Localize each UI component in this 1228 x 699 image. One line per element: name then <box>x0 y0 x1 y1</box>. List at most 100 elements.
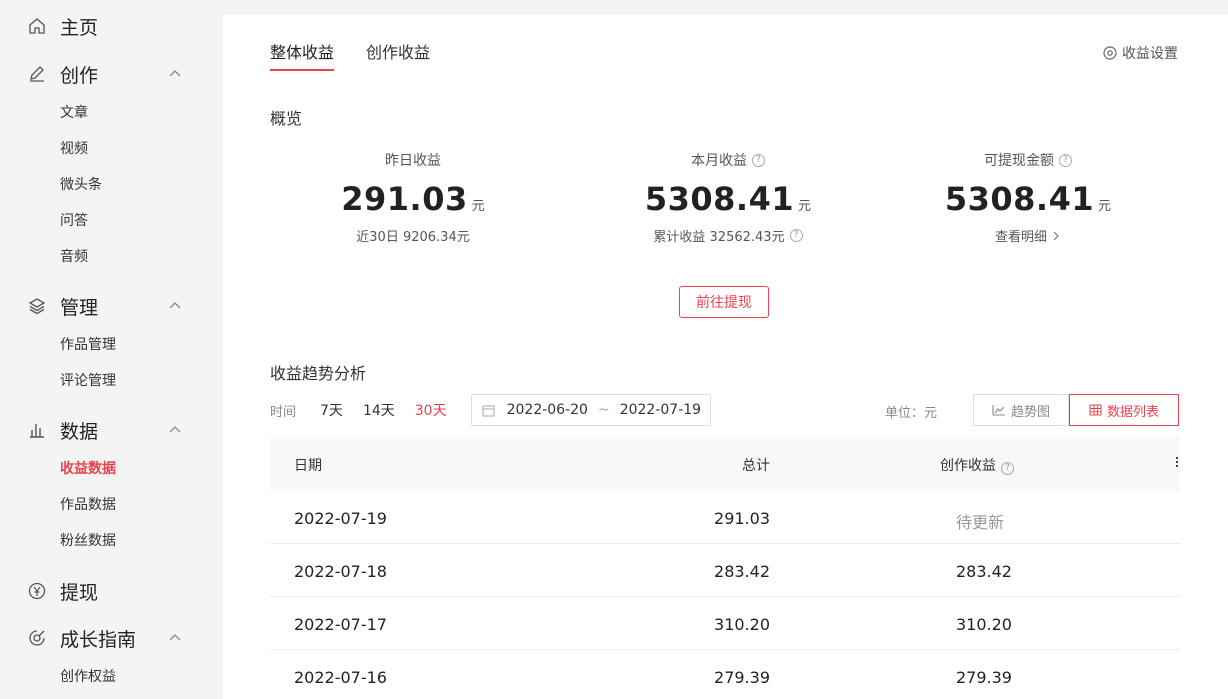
trend-chart-view-button[interactable]: 趋势图 <box>973 394 1069 426</box>
stat-month-value: 5308.41 <box>644 180 795 218</box>
income-settings-link[interactable]: 收益设置 <box>1103 43 1178 63</box>
row-creation-income: 283.42 <box>956 562 1012 581</box>
stat-withdrawable-unit: 元 <box>1098 199 1112 214</box>
row-total: 283.42 <box>714 562 770 581</box>
sidebar-item-qa[interactable]: 问答 <box>60 210 88 230</box>
range-7-days[interactable]: 7天 <box>320 400 343 420</box>
tab-creation-income[interactable]: 创作收益 <box>366 39 430 71</box>
nav-withdraw[interactable]: 提现 <box>0 573 210 607</box>
header-creation-income-label: 创作收益 <box>940 458 996 474</box>
sidebar-item-creator-rights[interactable]: 创作权益 <box>60 666 116 686</box>
layers-icon <box>28 298 46 315</box>
chevron-up-icon[interactable] <box>168 68 182 78</box>
row-date: 2022-07-19 <box>294 509 387 528</box>
sidebar-item-income-data[interactable]: 收益数据 <box>60 458 116 478</box>
table-row: 2022-07-19 291.03 待更新 <box>270 491 1180 544</box>
stat-month: 本月收益? 5308.41 元 累计收益 32562.43元? <box>598 150 858 245</box>
date-start: 2022-06-20 <box>506 402 588 418</box>
time-label: 时间 <box>270 404 297 420</box>
home-icon <box>29 18 45 34</box>
yen-icon <box>28 582 46 600</box>
trend-filter-row: 时间 7天 14天 30天 2022-06-20 ~ 2022-07-19 <box>270 394 711 426</box>
income-table: 日期 总计 创作收益? 2022-07-19 291.03 待更新 2022-0… <box>270 437 1180 699</box>
sidebar-item-audio[interactable]: 音频 <box>60 246 88 266</box>
income-tabs: 整体收益 创作收益 <box>270 39 462 71</box>
sidebar-item-micro-post[interactable]: 微头条 <box>60 174 102 194</box>
view-details-label: 查看明细 <box>994 230 1047 245</box>
sidebar-item-video[interactable]: 视频 <box>60 138 88 158</box>
stat-withdrawable: 可提现金额? 5308.41 元 查看明细 <box>898 150 1158 245</box>
view-toggle: 趋势图 数据列表 <box>973 394 1179 426</box>
tab-overall-income[interactable]: 整体收益 <box>270 39 335 71</box>
sidebar: 主页 创作 文章 视频 微头条 问答 音频 管理 作品管理 评论管理 数据 收益… <box>0 0 210 699</box>
nav-withdraw-label: 提现 <box>60 582 99 604</box>
range-30-days[interactable]: 30天 <box>415 400 447 420</box>
table-icon <box>1089 404 1102 416</box>
chevron-up-icon[interactable] <box>168 300 182 310</box>
unit-label: 单位：元 <box>885 406 938 421</box>
income-settings-label: 收益设置 <box>1122 46 1178 62</box>
growth-icon <box>29 630 45 646</box>
row-total: 279.39 <box>714 668 770 687</box>
stat-month-label: 本月收益 <box>691 153 747 169</box>
chevron-up-icon[interactable] <box>168 632 182 642</box>
sidebar-item-works-data[interactable]: 作品数据 <box>60 494 116 514</box>
date-end: 2022-07-19 <box>619 402 702 418</box>
row-creation-income: 279.39 <box>956 668 1012 687</box>
stat-yesterday-label: 昨日收益 <box>385 153 441 169</box>
overview-title: 概览 <box>270 109 303 128</box>
calendar-icon <box>482 405 495 416</box>
trend-title: 收益趋势分析 <box>270 364 367 383</box>
nav-manage[interactable]: 管理 <box>0 288 210 322</box>
row-date: 2022-07-16 <box>294 668 387 687</box>
chevron-right-icon <box>1053 231 1059 240</box>
sidebar-item-works-manage[interactable]: 作品管理 <box>60 334 116 354</box>
date-range-picker[interactable]: 2022-06-20 ~ 2022-07-19 <box>470 394 711 426</box>
data-list-view-label: 数据列表 <box>1106 404 1159 420</box>
table-header: 日期 总计 创作收益? <box>270 437 1180 491</box>
sidebar-item-article[interactable]: 文章 <box>60 102 88 122</box>
nav-create-label: 创作 <box>60 65 99 87</box>
table-row: 2022-07-17 310.20 310.20 <box>270 597 1180 650</box>
help-icon[interactable]: ? <box>1059 153 1072 167</box>
help-icon[interactable]: ? <box>789 229 803 242</box>
settings-icon <box>1103 46 1117 60</box>
stat-month-unit: 元 <box>798 199 812 214</box>
pen-icon <box>30 66 44 82</box>
data-list-view-button[interactable]: 数据列表 <box>1069 394 1179 426</box>
header-total: 总计 <box>742 458 770 474</box>
help-icon[interactable]: ? <box>1001 462 1014 475</box>
stat-yesterday-sub: 近30日 9206.34元 <box>356 230 470 245</box>
more-columns-icon[interactable] <box>1176 457 1180 469</box>
nav-manage-label: 管理 <box>60 297 99 319</box>
nav-home-label: 主页 <box>60 17 99 39</box>
row-date: 2022-07-18 <box>294 562 387 581</box>
row-date: 2022-07-17 <box>294 615 387 634</box>
range-14-days[interactable]: 14天 <box>363 400 395 420</box>
row-total: 310.20 <box>714 615 770 634</box>
bar-chart-icon <box>30 424 44 438</box>
row-creation-income: 310.20 <box>956 615 1012 634</box>
nav-home[interactable]: 主页 <box>0 8 210 42</box>
main-panel: 整体收益 创作收益 收益设置 概览 昨日收益 291.03 元 近30日 920… <box>223 15 1228 699</box>
sidebar-item-fans-data[interactable]: 粉丝数据 <box>60 530 116 550</box>
nav-create[interactable]: 创作 <box>0 56 210 90</box>
date-separator: ~ <box>597 402 610 418</box>
view-details-link[interactable]: 查看明细 <box>995 226 1061 245</box>
help-icon[interactable]: ? <box>752 153 765 167</box>
header-date: 日期 <box>294 458 322 474</box>
nav-growth-label: 成长指南 <box>60 629 137 651</box>
header-creation-income: 创作收益? <box>940 455 1014 475</box>
stat-yesterday-unit: 元 <box>471 199 485 214</box>
sidebar-item-comments-manage[interactable]: 评论管理 <box>60 370 116 390</box>
stat-yesterday-value: 291.03 <box>341 180 468 218</box>
trend-icon <box>992 405 1005 416</box>
stat-yesterday: 昨日收益 291.03 元 近30日 9206.34元 <box>283 150 543 245</box>
go-withdraw-button[interactable]: 前往提现 <box>679 286 769 318</box>
nav-data[interactable]: 数据 <box>0 412 210 446</box>
trend-chart-view-label: 趋势图 <box>1010 404 1050 420</box>
nav-growth[interactable]: 成长指南 <box>0 620 210 654</box>
nav-data-label: 数据 <box>60 421 99 443</box>
table-row: 2022-07-16 279.39 279.39 <box>270 650 1180 699</box>
chevron-up-icon[interactable] <box>168 424 182 434</box>
